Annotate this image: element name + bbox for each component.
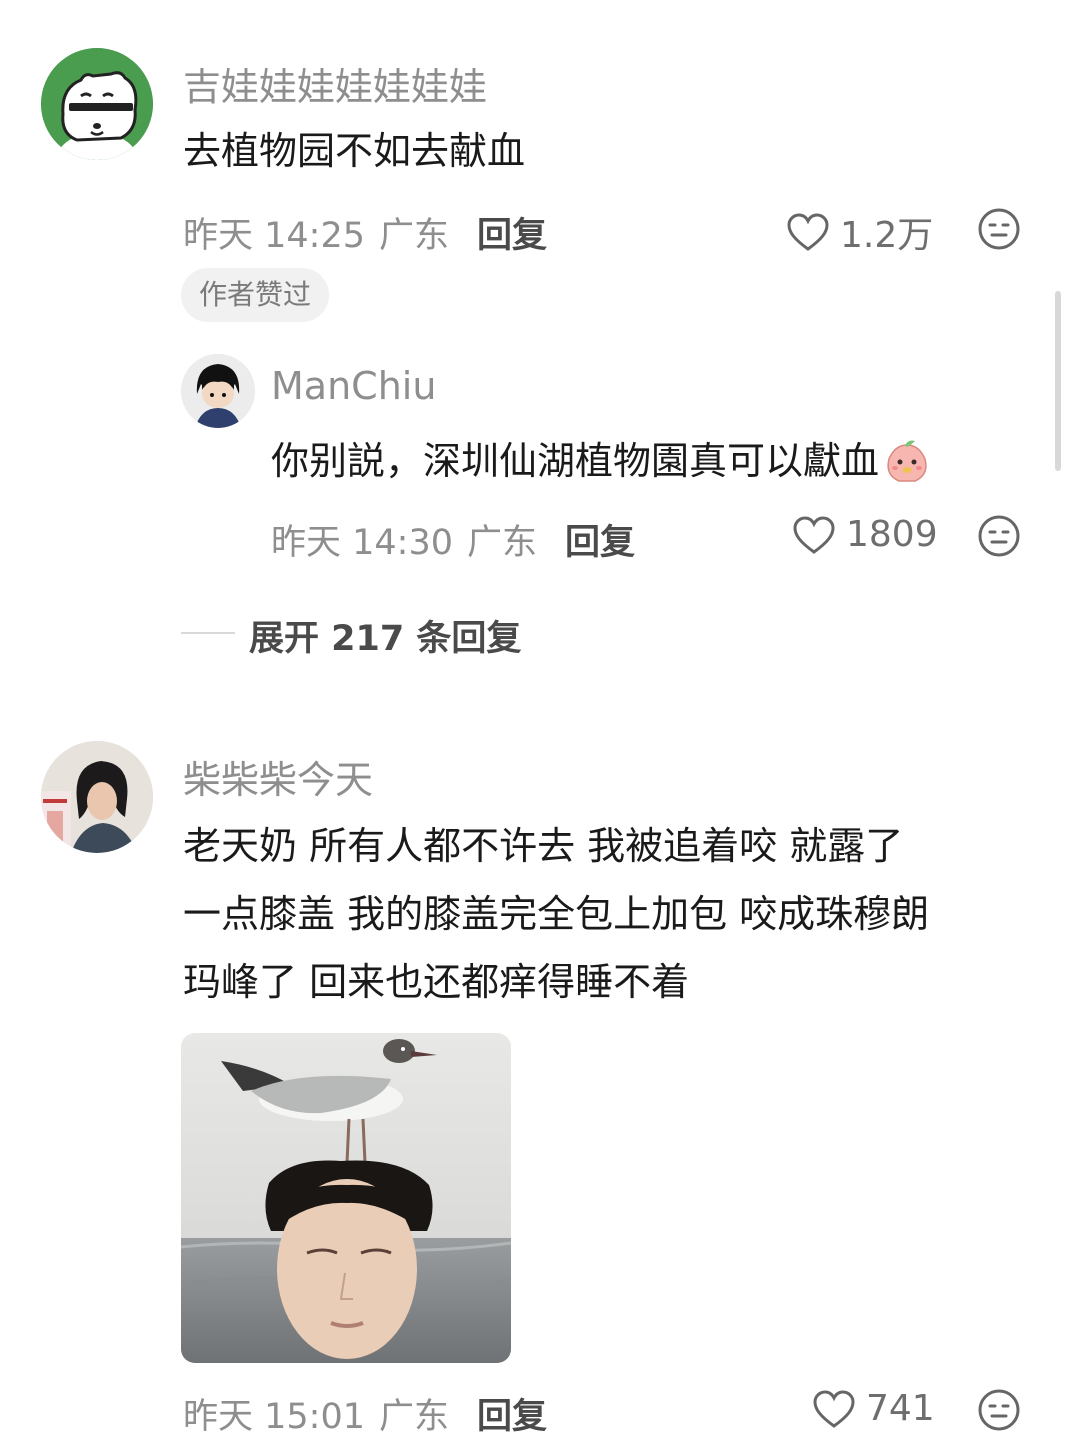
comment-username[interactable]: 吉娃娃娃娃娃娃娃 bbox=[183, 56, 487, 111]
avatar[interactable] bbox=[41, 741, 153, 853]
comment-text: 去植物园不如去献血 bbox=[183, 129, 526, 173]
peach-emoji-icon bbox=[887, 440, 927, 482]
expand-divider bbox=[181, 632, 235, 634]
neutral-face-icon bbox=[978, 1389, 1020, 1431]
reply-reply-button[interactable]: 回复 bbox=[565, 514, 635, 565]
reply-button[interactable]: 回复 bbox=[477, 207, 547, 258]
comment-location: 广东 bbox=[379, 216, 450, 256]
neutral-face-icon bbox=[978, 208, 1020, 250]
like-button[interactable]: 741 bbox=[812, 1388, 935, 1429]
person-photo-avatar-icon bbox=[41, 741, 153, 853]
comment-time: 昨天 14:25 bbox=[183, 216, 365, 256]
comment-location: 广东 bbox=[379, 1397, 450, 1437]
comment-text: 老天奶 所有人都不许去 我被追着咬 就露了 一点膝盖 我的膝盖完全包上加包 咬成… bbox=[183, 812, 929, 1016]
reply-text: 你别説，深圳仙湖植物園真可以獻血 bbox=[271, 427, 931, 495]
heart-outline-icon bbox=[787, 213, 829, 251]
comment-meta: 昨天 14:25 广东 回复 bbox=[183, 207, 547, 258]
comment-text-line: 一点膝盖 我的膝盖完全包上加包 咬成珠穆朗 bbox=[183, 892, 930, 936]
reply-dislike-button[interactable] bbox=[977, 514, 1021, 562]
heart-outline-icon bbox=[813, 1389, 855, 1428]
dislike-button[interactable] bbox=[977, 207, 1021, 255]
reply-like-count: 1809 bbox=[846, 514, 938, 555]
comment-username[interactable]: 柴柴柴今天 bbox=[183, 749, 373, 804]
reply-time: 昨天 14:30 bbox=[271, 523, 453, 563]
author-liked-badge: 作者赞过 bbox=[181, 268, 330, 322]
comment-text-line: 玛峰了 回来也还都痒得睡不着 bbox=[183, 960, 690, 1004]
like-button[interactable]: 1.2万 bbox=[786, 206, 933, 258]
seagull-on-head-image bbox=[181, 1033, 511, 1363]
avatar[interactable] bbox=[41, 48, 153, 160]
comment-meta: 昨天 15:01 广东 回复 bbox=[183, 1388, 547, 1439]
bear-avatar-icon bbox=[41, 48, 153, 160]
expand-replies-button[interactable]: 展开 217 条回复 bbox=[249, 610, 521, 661]
comment-text-line: 老天奶 所有人都不许去 我被追着咬 就露了 bbox=[183, 824, 904, 868]
reply-text-content: 你别説，深圳仙湖植物園真可以獻血 bbox=[271, 439, 880, 483]
neutral-face-icon bbox=[978, 515, 1020, 557]
reply-button[interactable]: 回复 bbox=[477, 1388, 547, 1439]
reply-username[interactable]: ManChiu bbox=[271, 364, 436, 408]
reply-like-button[interactable]: 1809 bbox=[792, 514, 938, 555]
comment-image[interactable] bbox=[181, 1033, 511, 1363]
anime-avatar-icon bbox=[181, 354, 255, 428]
comment-time: 昨天 15:01 bbox=[183, 1397, 365, 1437]
reply-location: 广东 bbox=[467, 523, 538, 563]
dislike-button[interactable] bbox=[977, 1388, 1021, 1436]
reply-meta: 昨天 14:30 广东 回复 bbox=[271, 514, 635, 565]
like-count: 741 bbox=[866, 1388, 935, 1429]
scrollbar[interactable] bbox=[1055, 291, 1061, 471]
heart-outline-icon bbox=[793, 515, 835, 554]
reply-avatar[interactable] bbox=[181, 354, 255, 428]
like-count: 1.2万 bbox=[840, 215, 934, 256]
